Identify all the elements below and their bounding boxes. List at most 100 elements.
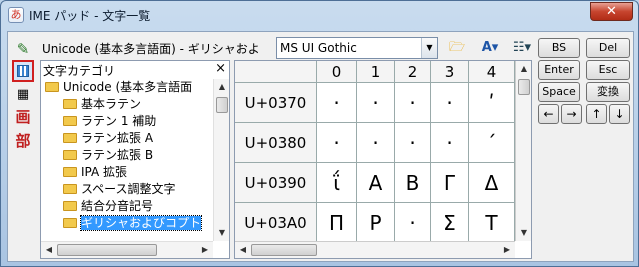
action-button-panel: BS Del Enter Esc Space 変換 ← → ↑ ↓ bbox=[536, 36, 632, 146]
delete-button[interactable]: Del bbox=[586, 38, 630, 58]
tree-item[interactable]: ラテン拡張 B bbox=[41, 147, 213, 164]
char-cell[interactable]: · bbox=[357, 123, 395, 163]
char-cell[interactable]: · bbox=[395, 83, 431, 123]
arrow-right-button[interactable]: → bbox=[561, 104, 582, 124]
row-header: U+0380 bbox=[235, 123, 317, 163]
category-vertical-scrollbar[interactable]: ▲ ▼ bbox=[213, 79, 229, 241]
tree-item-label: Unicode (基本多言語面 bbox=[63, 80, 193, 94]
tree-item-label: ラテン 1 補助 bbox=[81, 114, 157, 128]
tree-item[interactable]: ラテン 1 補助 bbox=[41, 113, 213, 130]
tree-item-label: ラテン拡張 B bbox=[81, 148, 154, 162]
tree-item-label: 結合分音記号 bbox=[81, 199, 154, 213]
folder-icon bbox=[45, 81, 59, 92]
category-title: 文字カテゴリ bbox=[43, 64, 116, 78]
font-size-icon[interactable]: A▾ bbox=[476, 38, 504, 58]
ime-pad-app-icon: あ bbox=[8, 7, 24, 23]
category-panel: 文字カテゴリ × Unicode (基本多言語面 基本ラテン ラテン 1 補助 … bbox=[40, 60, 230, 259]
folder-icon bbox=[63, 132, 77, 143]
ime-pad-window: あ IME パッド - 文字一覧 ✕ ✎ ▦ 画 部 Unicode (基本多言… bbox=[0, 0, 639, 267]
grid-horizontal-scrollbar[interactable]: ◀ ▶ bbox=[235, 241, 515, 258]
char-cell[interactable]: · bbox=[395, 203, 431, 243]
scroll-thumb[interactable] bbox=[57, 244, 157, 256]
char-cell[interactable]: · bbox=[431, 123, 469, 163]
folder-icon bbox=[63, 183, 77, 194]
grid-corner bbox=[235, 61, 317, 83]
scroll-thumb[interactable] bbox=[518, 79, 530, 95]
toolbar: Unicode (基本多言語面) - ギリシャおよ MS UI Gothic ▼… bbox=[40, 36, 531, 60]
stroke-count-icon[interactable]: 画 bbox=[12, 106, 34, 128]
backspace-button[interactable]: BS bbox=[538, 38, 580, 58]
char-cell[interactable]: Σ bbox=[431, 203, 469, 243]
arrow-down-button[interactable]: ↓ bbox=[609, 104, 630, 124]
tree-item[interactable]: Unicode (基本多言語面 bbox=[41, 79, 213, 96]
scroll-right-icon[interactable]: ▶ bbox=[499, 242, 515, 258]
tree-item-label: スペース調整文字 bbox=[81, 182, 176, 196]
scroll-right-icon[interactable]: ▶ bbox=[197, 242, 213, 258]
window-close-button[interactable]: ✕ bbox=[590, 2, 633, 21]
char-cell[interactable]: Π bbox=[317, 203, 357, 243]
char-cell[interactable]: ΐ bbox=[317, 163, 357, 203]
char-cell[interactable]: ΄ bbox=[469, 123, 515, 163]
char-cell[interactable]: Ρ bbox=[357, 203, 395, 243]
folder-open-icon[interactable]: 🗁 bbox=[444, 38, 470, 58]
char-cell[interactable]: Β bbox=[395, 163, 431, 203]
font-select[interactable]: MS UI Gothic ▼ bbox=[276, 37, 438, 59]
tree-item[interactable]: 結合分音記号 bbox=[41, 198, 213, 215]
row-header: U+0390 bbox=[235, 163, 317, 203]
char-cell[interactable]: · bbox=[357, 83, 395, 123]
radical-icon[interactable]: 部 bbox=[12, 130, 34, 152]
window-title: IME パッド - 文字一覧 bbox=[29, 9, 151, 23]
scroll-left-icon[interactable]: ◀ bbox=[235, 242, 251, 258]
char-cell[interactable]: Γ bbox=[431, 163, 469, 203]
char-cell[interactable]: Δ bbox=[469, 163, 515, 203]
char-cell[interactable]: Τ bbox=[469, 203, 515, 243]
arrow-left-button[interactable]: ← bbox=[538, 104, 559, 124]
category-close-icon[interactable]: × bbox=[215, 61, 226, 76]
tree-item-label: IPA 拡張 bbox=[81, 165, 128, 179]
chevron-down-icon[interactable]: ▼ bbox=[421, 38, 437, 58]
row-header: U+0370 bbox=[235, 83, 317, 123]
char-cell[interactable]: · bbox=[431, 83, 469, 123]
tree-item-selected[interactable]: ギリシャおよびコプト bbox=[41, 215, 213, 232]
scroll-thumb[interactable] bbox=[251, 244, 317, 256]
folder-icon bbox=[63, 149, 77, 160]
column-header: 3 bbox=[431, 61, 469, 83]
font-select-value: MS UI Gothic bbox=[280, 41, 357, 55]
view-mode-icon[interactable]: ☷▾ bbox=[510, 38, 534, 58]
tree-item[interactable]: ラテン拡張 A bbox=[41, 130, 213, 147]
scroll-up-icon[interactable]: ▲ bbox=[516, 61, 531, 77]
tree-item-label: ギリシャおよびコプト bbox=[79, 215, 203, 231]
scroll-thumb[interactable] bbox=[216, 97, 228, 113]
column-header: 1 bbox=[357, 61, 395, 83]
scroll-left-icon[interactable]: ◀ bbox=[41, 242, 57, 258]
handwriting-pencil-icon[interactable]: ✎ bbox=[12, 38, 34, 60]
convert-button[interactable]: 変換 bbox=[586, 82, 630, 102]
char-cell[interactable]: ʹ bbox=[469, 83, 515, 123]
scroll-down-icon[interactable]: ▼ bbox=[214, 225, 230, 241]
tree-item[interactable]: 基本ラテン bbox=[41, 96, 213, 113]
scroll-down-icon[interactable]: ▼ bbox=[516, 225, 531, 241]
scroll-up-icon[interactable]: ▲ bbox=[214, 79, 230, 95]
char-cell[interactable]: · bbox=[395, 123, 431, 163]
arrow-up-button[interactable]: ↑ bbox=[586, 104, 607, 124]
char-cell[interactable]: · bbox=[317, 83, 357, 123]
folder-icon bbox=[63, 200, 77, 211]
escape-button[interactable]: Esc bbox=[586, 60, 630, 80]
category-header: 文字カテゴリ × bbox=[41, 61, 229, 79]
folder-icon bbox=[63, 98, 77, 109]
applet-strip: ✎ ▦ 画 部 bbox=[8, 32, 38, 261]
char-cell[interactable]: · bbox=[317, 123, 357, 163]
title-bar: あ IME パッド - 文字一覧 ✕ bbox=[1, 1, 638, 31]
soft-keyboard-icon[interactable]: ▦ bbox=[12, 84, 34, 106]
character-list-icon[interactable] bbox=[12, 60, 34, 82]
tree-item[interactable]: スペース調整文字 bbox=[41, 181, 213, 198]
tree-item[interactable]: IPA 拡張 bbox=[41, 164, 213, 181]
folder-icon bbox=[63, 166, 77, 177]
grid-vertical-scrollbar[interactable]: ▲ ▼ bbox=[515, 61, 531, 241]
space-button[interactable]: Space bbox=[538, 82, 580, 102]
char-cell[interactable]: Α bbox=[357, 163, 395, 203]
tree-item-label: ラテン拡張 A bbox=[81, 131, 154, 145]
column-header: 4 bbox=[469, 61, 515, 83]
enter-button[interactable]: Enter bbox=[538, 60, 580, 80]
category-horizontal-scrollbar[interactable]: ◀ ▶ bbox=[41, 241, 213, 258]
